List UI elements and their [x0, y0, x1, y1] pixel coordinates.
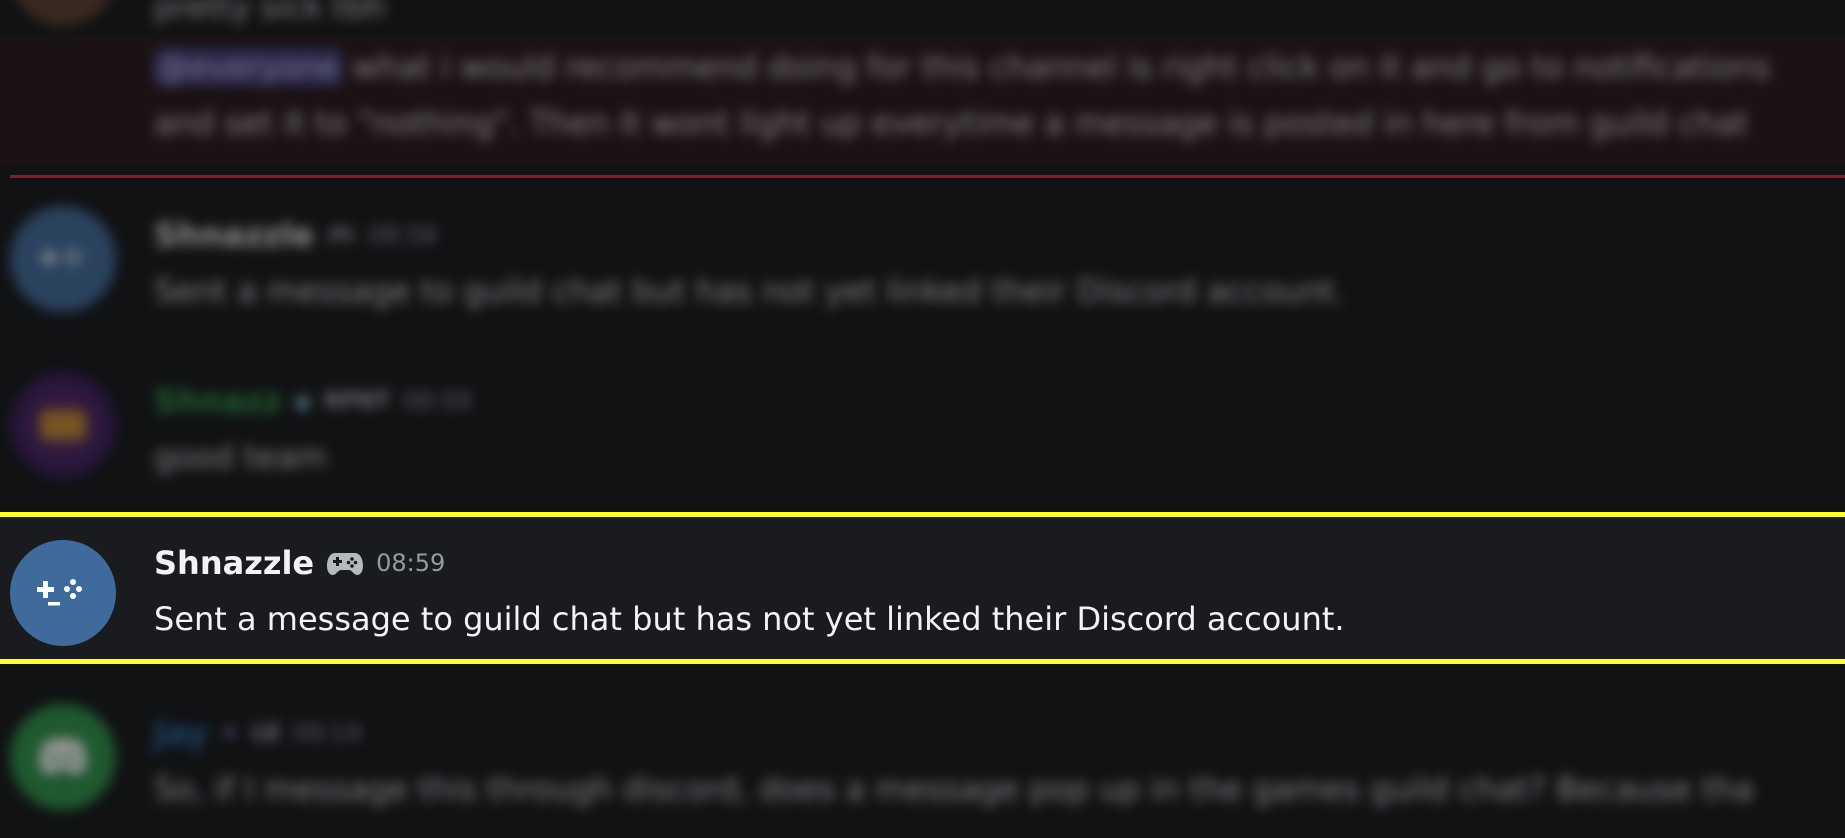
gamepad-icon	[326, 549, 364, 577]
message-body: So, if I message this through discord, d…	[154, 770, 1755, 808]
message-header: Shnazzle 🎮 08:58	[154, 216, 437, 254]
everyone-mention[interactable]: @everyone	[154, 48, 342, 86]
chat-message-list[interactable]: pretty sick tbh @everyone what i would r…	[0, 0, 1845, 838]
message-header: Shnazz ◆ RPNT 08:59	[154, 382, 472, 420]
avatar[interactable]	[10, 372, 116, 478]
avatar[interactable]	[10, 704, 116, 810]
message-body-line1: @everyone what i would recommend doing f…	[154, 48, 1770, 86]
message-header: Jay ✦ LE 09:14	[154, 714, 362, 752]
timestamp[interactable]: 08:59	[402, 387, 471, 415]
message-body: Sent a message to guild chat but has not…	[154, 272, 1345, 310]
timestamp[interactable]: 09:14	[293, 719, 362, 747]
avatar[interactable]	[10, 540, 116, 646]
username[interactable]: Jay	[154, 714, 207, 752]
message-text: what i would recommend doing for this ch…	[352, 48, 1771, 86]
username[interactable]: Shnazz	[154, 382, 281, 420]
avatar[interactable]	[10, 0, 116, 26]
avatar[interactable]	[10, 206, 116, 312]
gamepad-icon: 🎮	[326, 221, 357, 249]
message-body: Sent a message to guild chat but has not…	[154, 600, 1345, 638]
role-tag: RPNT	[323, 388, 391, 414]
new-messages-divider	[10, 175, 1845, 178]
role-tag: LE	[251, 720, 281, 746]
wand-icon: ✦	[219, 719, 240, 747]
gamepad-face-icon	[37, 579, 82, 606]
message-body: good team	[154, 438, 327, 476]
gamepad-face-icon	[41, 248, 82, 266]
message-body: pretty sick tbh	[154, 0, 386, 26]
timestamp[interactable]: 08:59	[376, 549, 445, 577]
discord-logo-icon	[39, 738, 87, 775]
timestamp[interactable]: 08:58	[368, 221, 437, 249]
highlighted-message-frame	[0, 512, 1845, 664]
username[interactable]: Shnazzle	[154, 544, 314, 582]
message-header: Shnazzle 08:59	[154, 544, 445, 582]
message-body-line2: and set it to "nothing". Then it wont li…	[154, 104, 1749, 142]
diamond-icon: ◆	[293, 387, 312, 415]
username[interactable]: Shnazzle	[154, 216, 314, 254]
